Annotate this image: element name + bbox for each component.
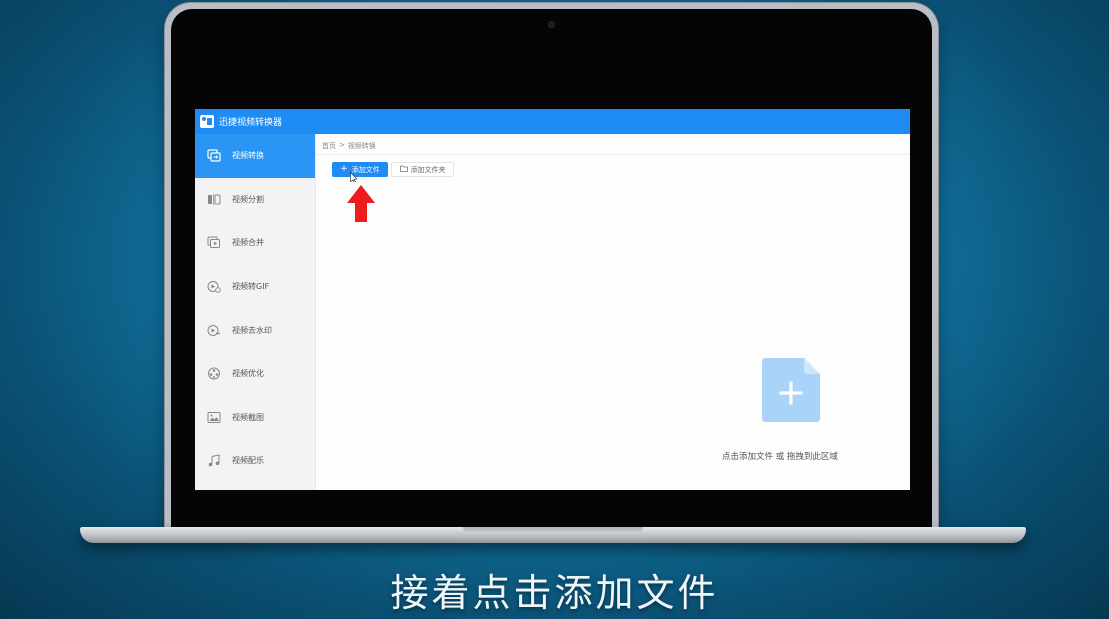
sidebar-item-label: 视频转换	[232, 151, 264, 161]
screenshot-icon	[207, 411, 221, 424]
sidebar-item-gif[interactable]: 视频转GIF	[195, 265, 315, 309]
mouse-cursor-icon	[350, 172, 358, 182]
app-logo-icon	[200, 115, 214, 128]
gif-icon	[207, 280, 221, 293]
convert-icon	[207, 149, 221, 162]
main-content: 首页 > 视频转换 + 添加文件 添加文件夹 点击添加文件 或 拖拽到此区域	[316, 134, 910, 490]
sidebar-item-label: 视频合并	[232, 238, 264, 248]
sidebar-item-music[interactable]: 视频配乐	[195, 439, 315, 483]
drop-hint: 点击添加文件 或 拖拽到此区域	[722, 452, 838, 462]
sidebar-item-split[interactable]: 视频分割	[195, 178, 315, 222]
webcam	[548, 21, 555, 28]
title-bar: 迅捷视频转换器	[195, 109, 910, 134]
sidebar-item-watermark[interactable]: 视频去水印	[195, 308, 315, 352]
sidebar-item-merge[interactable]: 视频合并	[195, 221, 315, 265]
add-file-button[interactable]: + 添加文件	[332, 162, 388, 177]
app-title: 迅捷视频转换器	[219, 118, 283, 128]
breadcrumb-current: 视频转换	[347, 142, 376, 150]
laptop-hinge-notch	[463, 527, 643, 534]
watermark-icon	[207, 324, 221, 337]
sidebar-item-label: 视频分割	[232, 194, 264, 204]
sidebar-item-convert[interactable]: 视频转换	[195, 134, 315, 178]
merge-icon	[207, 236, 221, 249]
breadcrumb-separator: >	[339, 141, 345, 149]
breadcrumb: 首页 > 视频转换	[322, 141, 376, 151]
split-icon	[207, 193, 221, 206]
sidebar-item-optimize[interactable]: 视频优化	[195, 352, 315, 396]
sidebar-item-label: 视频截图	[232, 412, 264, 422]
video-subtitle: 接着点击添加文件	[390, 571, 719, 615]
plus-icon: +	[340, 164, 348, 174]
red-arrow-icon	[347, 185, 375, 222]
sidebar-item-label: 视频配乐	[232, 456, 264, 466]
add-folder-label: 添加文件夹	[410, 165, 446, 174]
sidebar-item-screenshot[interactable]: 视频截图	[195, 396, 315, 440]
header-divider	[316, 154, 910, 155]
music-icon	[207, 454, 221, 467]
breadcrumb-home[interactable]: 首页	[322, 141, 336, 151]
app-window: 迅捷视频转换器 视频转换 视频分割 视频合并 视频转GIF 视频去水印 视频优化…	[195, 109, 910, 490]
folder-icon	[399, 165, 408, 174]
sidebar: 视频转换 视频分割 视频合并 视频转GIF 视频去水印 视频优化 视频截图 视频…	[195, 134, 316, 490]
add-folder-button[interactable]: 添加文件夹	[391, 162, 454, 177]
sidebar-item-label: 视频优化	[232, 369, 264, 379]
optimize-icon	[207, 367, 221, 380]
sidebar-item-label: 视频转GIF	[232, 282, 270, 292]
add-file-drop-icon[interactable]	[762, 358, 820, 422]
sidebar-item-label: 视频去水印	[232, 325, 272, 335]
